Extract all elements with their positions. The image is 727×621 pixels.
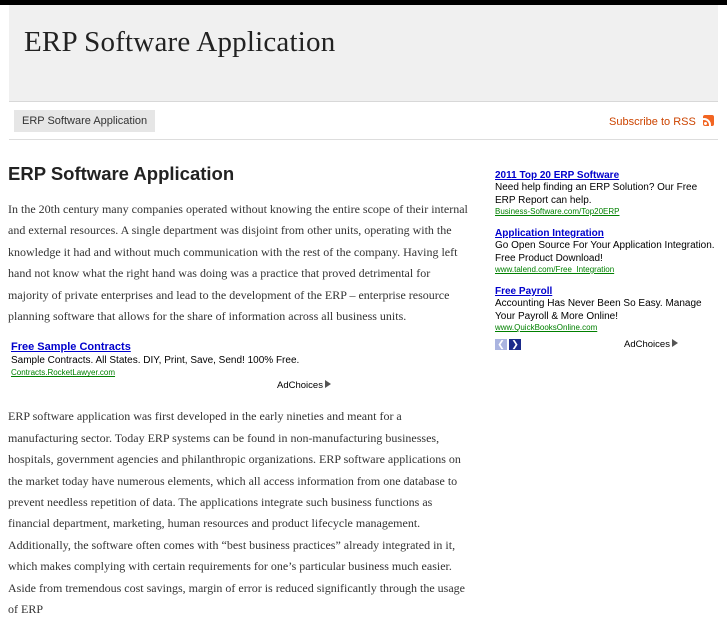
adchoices-label: AdChoices <box>624 339 670 350</box>
adchoices-icon <box>324 380 331 389</box>
adchoices-icon <box>671 339 678 347</box>
sidebar-ad-1: 2011 Top 20 ERP Software Need help findi… <box>495 170 717 217</box>
inline-ad: Free Sample Contracts Sample Contracts. … <box>8 341 473 393</box>
post-title: ERP Software Application <box>8 163 235 184</box>
post-paragraph-1: In the 20th century many companies opera… <box>8 202 468 324</box>
sidebar-ad-2-title-link[interactable]: Application Integration <box>495 228 717 240</box>
sidebar-ad-nav: ❮ ❯ AdChoices <box>495 337 717 351</box>
chevron-right-icon[interactable]: ❯ <box>509 339 521 350</box>
site-title[interactable]: ERP Software Application <box>24 26 335 59</box>
sidebar-ad-2-description: Go Open Source For Your Application Inte… <box>495 240 715 264</box>
sidebar-ad-2-url-link[interactable]: www.talend.com/Free_Integration <box>495 265 717 275</box>
chevron-left-icon[interactable]: ❮ <box>495 339 507 350</box>
rss-label: Subscribe to RSS <box>609 116 696 128</box>
sidebar-ad-2: Application Integration Go Open Source F… <box>495 228 717 275</box>
adchoices-label: AdChoices <box>277 380 323 392</box>
inline-ad-url-link[interactable]: Contracts.RocketLawyer.com <box>11 368 115 377</box>
sidebar-ad-1-title-link[interactable]: 2011 Top 20 ERP Software <box>495 170 717 182</box>
inline-adchoices-link[interactable]: AdChoices <box>277 380 331 391</box>
sidebar-ad-1-description: Need help finding an ERP Solution? Our F… <box>495 182 698 206</box>
sidebar-ad-3-description: Accounting Has Never Been So Easy. Manag… <box>495 298 702 322</box>
sidebar-ad-1-url-link[interactable]: Business-Software.com/Top20ERP <box>495 207 717 217</box>
sidebar-ad-3-url-link[interactable]: www.QuickBooksOnline.com <box>495 323 717 333</box>
subscribe-rss-link[interactable]: Subscribe to RSS <box>609 115 714 128</box>
sidebar-ads: 2011 Top 20 ERP Software Need help findi… <box>495 170 717 351</box>
nav-tab-home[interactable]: ERP Software Application <box>14 110 156 132</box>
inline-ad-description: Sample Contracts. All States. DIY, Print… <box>11 355 300 367</box>
rss-icon[interactable] <box>702 115 714 126</box>
sidebar-ad-3-title-link[interactable]: Free Payroll <box>495 286 717 298</box>
site-header: ERP Software Application <box>9 5 718 102</box>
nav-divider <box>9 139 718 140</box>
main-content: ERP Software Application In the 20th cen… <box>8 160 473 621</box>
sidebar-adchoices-link[interactable]: AdChoices <box>624 339 678 350</box>
post-paragraph-2: ERP software application was first devel… <box>8 409 466 617</box>
sidebar-ad-3: Free Payroll Accounting Has Never Been S… <box>495 286 717 333</box>
inline-ad-title-link[interactable]: Free Sample Contracts <box>11 341 131 353</box>
